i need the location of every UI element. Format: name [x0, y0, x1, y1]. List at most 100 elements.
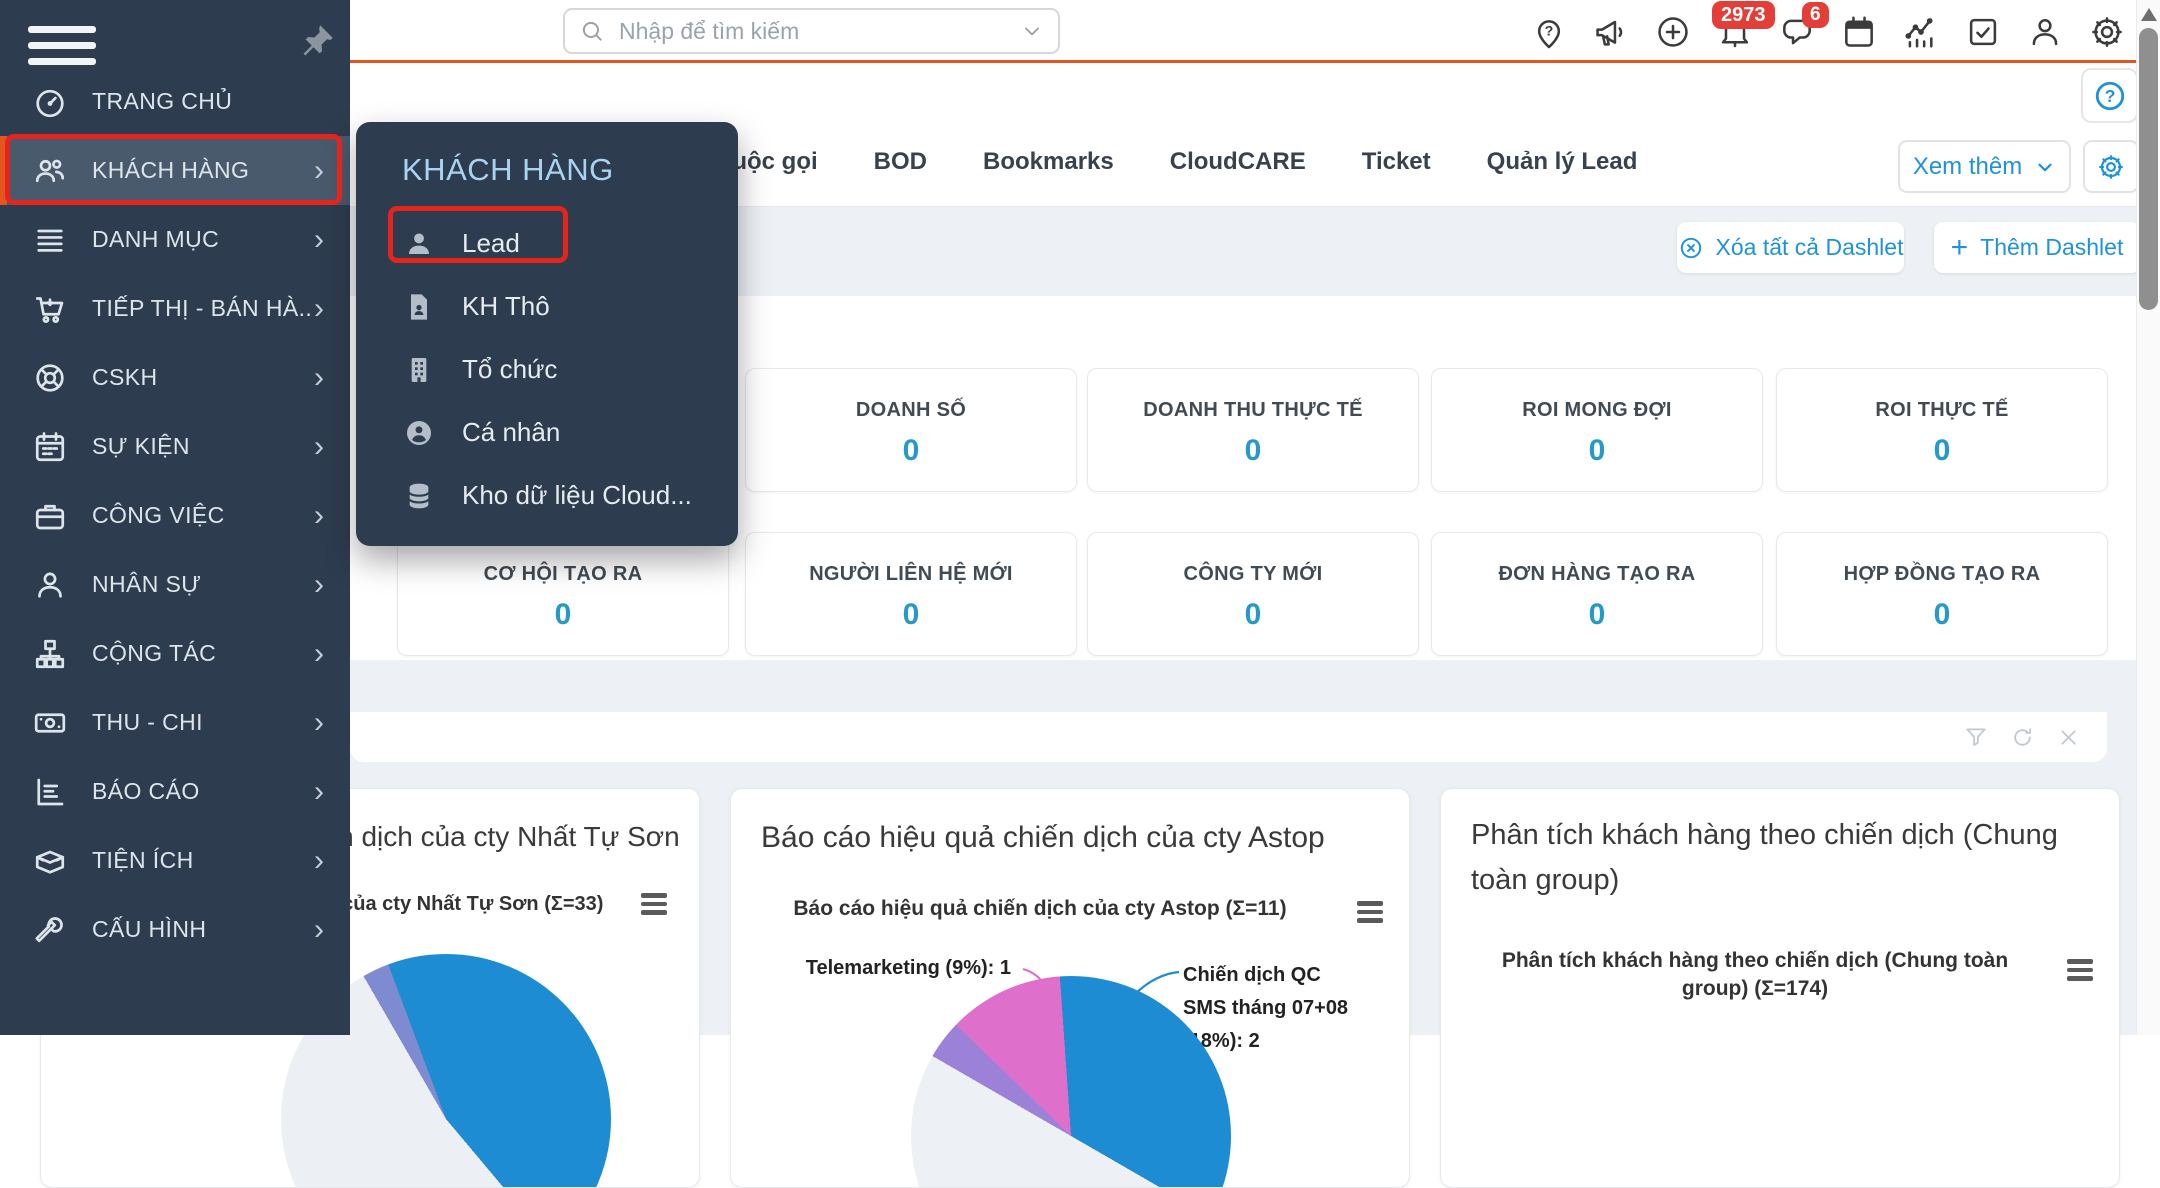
calendar-icon[interactable] [1828, 8, 1890, 56]
khach-hang-submenu: KHÁCH HÀNG Lead KH Thô Tổ chức Cá nhân K… [356, 122, 738, 546]
location-question-icon[interactable] [1518, 8, 1580, 56]
page-scrollbar[interactable] [2136, 0, 2160, 1035]
sidebar-item-label: CÔNG VIỆC [92, 502, 314, 529]
sidebar-item-khach-hang[interactable]: KHÁCH HÀNG › [0, 136, 350, 205]
kpi-card-roi-mong-doi[interactable]: ROI MONG ĐỢI 0 [1431, 368, 1763, 492]
kpi-card-roi-thuc-te[interactable]: ROI THỰC TẾ 0 [1776, 368, 2108, 492]
search-icon [579, 18, 605, 44]
sidebar-item-cong-viec[interactable]: CÔNG VIỆC › [0, 481, 350, 550]
money-icon [32, 705, 68, 741]
sidebar-item-label: DANH MỤC [92, 226, 314, 253]
notifications-bell-icon[interactable]: 2973 [1704, 8, 1766, 56]
submenu-item-label: Kho dữ liệu Cloud... [462, 480, 692, 511]
sidebar-item-tien-ich[interactable]: TIỆN ÍCH › [0, 826, 350, 895]
help-button[interactable] [2081, 68, 2138, 123]
kpi-card-hop-dong-tao-ra[interactable]: HỢP ĐỒNG TẠO RA 0 [1776, 532, 2108, 656]
chat-icon[interactable]: 6 [1766, 8, 1828, 56]
submenu-item-kho-du-lieu-cloud[interactable]: Kho dữ liệu Cloud... [402, 464, 738, 527]
kpi-title: HỢP ĐỒNG TẠO RA [1777, 563, 2107, 586]
sidebar-item-cong-tac[interactable]: CỘNG TÁC › [0, 619, 350, 688]
chart-card-phan-tich[interactable]: Phân tích khách hàng theo chiến dịch (Ch… [1440, 788, 2120, 1188]
clear-all-dashlets-button[interactable]: Xóa tất cả Dashlet [1677, 222, 1904, 273]
sidebar-item-label: BÁO CÁO [92, 778, 314, 805]
kpi-title: ROI MONG ĐỢI [1432, 399, 1762, 422]
chart-context-menu-icon[interactable] [1357, 901, 1383, 927]
settings-gear-icon[interactable] [2076, 8, 2138, 56]
gear-icon [2096, 152, 2126, 182]
sidebar-item-cau-hinh[interactable]: CẤU HÌNH › [0, 895, 350, 964]
chevron-down-icon[interactable] [1020, 19, 1044, 43]
tasks-checkbox-icon[interactable] [1952, 8, 2014, 56]
chart-card-astop[interactable]: Báo cáo hiệu quả chiến dịch của cty Asto… [730, 788, 1410, 1188]
message-count-badge: 6 [1802, 2, 1829, 28]
kpi-card-cong-ty-moi[interactable]: CÔNG TY MỚI 0 [1087, 532, 1419, 656]
see-more-button[interactable]: Xem thêm [1898, 140, 2071, 193]
customers-icon [32, 153, 68, 189]
building-icon [403, 354, 435, 386]
kpi-card-doanh-thu-thuc-te[interactable]: DOANH THU THỰC TẾ 0 [1087, 368, 1419, 492]
add-circle-icon[interactable] [1642, 8, 1704, 56]
sidebar-item-label: TRANG CHỦ [92, 88, 324, 115]
sidebar-item-cskh[interactable]: CSKH › [0, 343, 350, 412]
chevron-right-icon: › [314, 501, 324, 531]
chevron-right-icon: › [314, 294, 324, 324]
tab-settings-button[interactable] [2083, 140, 2139, 193]
submenu-title: KHÁCH HÀNG [402, 152, 738, 188]
kpi-card-nguoi-lien-he-moi[interactable]: NGƯỜI LIÊN HỆ MỚI 0 [745, 532, 1077, 656]
user-icon[interactable] [2014, 8, 2076, 56]
user-icon [403, 228, 435, 260]
chevron-right-icon: › [314, 570, 324, 600]
kpi-card-doanh-so[interactable]: DOANH SỐ 0 [745, 368, 1077, 492]
briefcase-icon [32, 498, 68, 534]
sidebar-item-trang-chu[interactable]: TRANG CHỦ [0, 67, 350, 136]
database-icon [403, 480, 435, 512]
wrench-icon [32, 912, 68, 948]
close-icon[interactable] [2056, 725, 2081, 750]
submenu-item-ca-nhan[interactable]: Cá nhân [402, 401, 738, 464]
chevron-right-icon: › [314, 363, 324, 393]
pin-sidebar-icon[interactable] [296, 20, 338, 62]
chevron-right-icon: › [314, 777, 324, 807]
scrollbar-thumb[interactable] [2139, 28, 2158, 310]
search-input[interactable]: Nhập để tìm kiếm [619, 18, 1020, 45]
add-dashlet-button[interactable]: + Thêm Dashlet [1934, 222, 2140, 273]
sidebar-item-label: SỰ KIỆN [92, 433, 314, 460]
refresh-icon[interactable] [2009, 724, 2036, 751]
chart-context-menu-icon[interactable] [641, 893, 667, 919]
sidebar-item-label: KHÁCH HÀNG [92, 157, 314, 184]
sidebar-item-su-kien[interactable]: SỰ KIỆN › [0, 412, 350, 481]
global-search[interactable]: Nhập để tìm kiếm [563, 8, 1060, 54]
kpi-title: CÔNG TY MỚI [1088, 563, 1418, 586]
submenu-item-label: KH Thô [462, 291, 550, 322]
chart-context-menu-icon[interactable] [2067, 959, 2093, 985]
filter-icon[interactable] [1963, 724, 1989, 750]
help-icon [2093, 79, 2127, 113]
chevron-right-icon: › [314, 639, 324, 669]
kpi-card-don-hang-tao-ra[interactable]: ĐƠN HÀNG TẠO RA 0 [1431, 532, 1763, 656]
pie-label-telemarketing: Telemarketing (9%): 1 [771, 957, 1011, 980]
add-dashlet-label: Thêm Dashlet [1980, 234, 2123, 261]
dashboard-tabs: Cuộc gọi BOD Bookmarks CloudCARE Ticket … [715, 148, 1637, 176]
tab-bookmarks[interactable]: Bookmarks [983, 148, 1114, 176]
sidebar-item-tiep-thi-ban-hang[interactable]: TIẾP THỊ - BÁN HÀ... › [0, 274, 350, 343]
tab-cloudcare[interactable]: CloudCARE [1170, 148, 1306, 176]
tab-quan-ly-lead[interactable]: Quản lý Lead [1487, 148, 1638, 176]
sidebar-item-thu-chi[interactable]: THU - CHI › [0, 688, 350, 757]
sidebar-item-bao-cao[interactable]: BÁO CÁO › [0, 757, 350, 826]
sidebar-item-danh-muc[interactable]: DANH MỤC › [0, 205, 350, 274]
analytics-chart-icon[interactable] [1890, 8, 1952, 56]
megaphone-icon[interactable] [1580, 8, 1642, 56]
submenu-item-kh-tho[interactable]: KH Thô [402, 275, 738, 338]
submenu-item-lead[interactable]: Lead [402, 212, 738, 275]
tab-bod[interactable]: BOD [874, 148, 927, 176]
categories-icon [32, 222, 68, 258]
topbar-icon-row: 2973 6 [1518, 8, 2138, 56]
kpi-value: 0 [1777, 598, 2107, 632]
kpi-card-co-hoi-tao-ra[interactable]: CƠ HỘI TẠO RA 0 [397, 532, 729, 656]
scrollbar-up-arrow[interactable] [2141, 8, 2157, 21]
tab-ticket[interactable]: Ticket [1362, 148, 1431, 176]
submenu-item-to-chuc[interactable]: Tổ chức [402, 338, 738, 401]
kpi-value: 0 [746, 434, 1076, 468]
kpi-value: 0 [1432, 598, 1762, 632]
sidebar-item-nhan-su[interactable]: NHÂN SỰ › [0, 550, 350, 619]
